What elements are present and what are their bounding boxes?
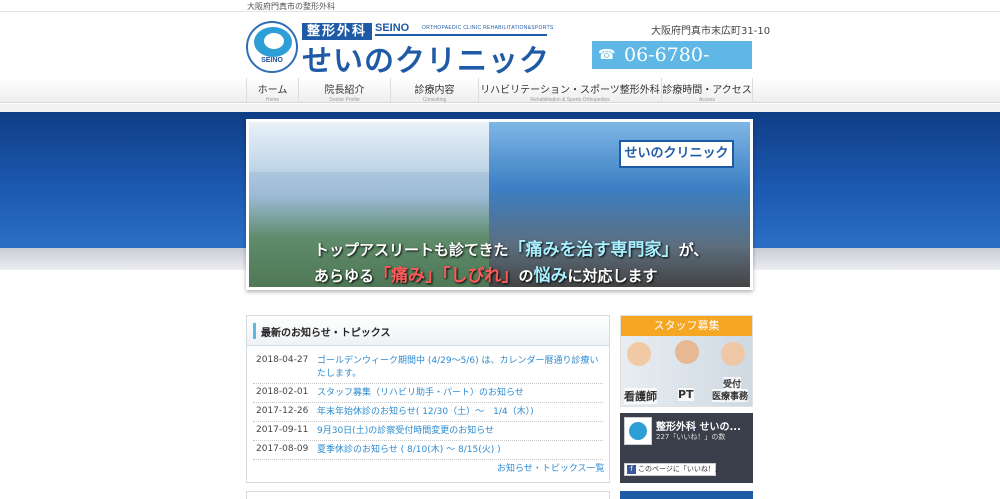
phone-banner[interactable]: ☎ 06-6780-3970 [592, 41, 752, 88]
rehab-room-ceiling [249, 122, 499, 172]
band-top [0, 104, 1000, 112]
clinic-logo-icon [629, 422, 647, 440]
news-item: 2018-04-27 ゴールデンウィーク期間中 (4/29〜5/6) は、カレン… [253, 352, 603, 384]
nav-item-rehabilitation[interactable]: リハビリテーション・スポーツ整形外科 Rehabilitation & Spor… [478, 78, 661, 103]
news-item: 2017-09-11 9月30日(土)の診察受付時間変更のお知らせ [253, 422, 603, 441]
next-panel [246, 491, 610, 499]
reception-face [721, 342, 745, 366]
telephone-icon: ☎ [598, 47, 616, 63]
nav-sublabel: Home [265, 97, 280, 103]
news-link[interactable]: ゴールデンウィーク期間中 (4/29〜5/6) は、カレンダー暦通り診療いたしま… [317, 355, 607, 381]
hero-copy-highlight: 「痛み」 [374, 266, 443, 286]
hero-copy-highlight: 悩み [533, 266, 568, 286]
nav-item-doctor[interactable]: 院長紹介 Doctor Profile [298, 78, 390, 103]
news-list-link[interactable]: お知らせ・トピックス一覧 [497, 461, 605, 474]
hero-copy-text: が、 [678, 241, 709, 259]
hero-copy-line1: トップアスリートも診てきた「痛みを治す専門家」が、 [314, 235, 708, 260]
hero-copy-highlight: 「しびれ」 [442, 266, 519, 286]
news-item: 2018-02-01 スタッフ募集（リハビリ助手・パート）のお知らせ [253, 384, 603, 403]
facebook-like-count: 227「いいね！」の数 [656, 433, 726, 441]
news-heading: 最新のお知らせ・トピックス [261, 328, 391, 339]
logo-mark-text: SEINO [261, 57, 283, 64]
hero-copy-highlight: 「痛みを治す専門家」 [508, 240, 679, 260]
hero-copy-text: トップアスリートも診てきた [314, 241, 509, 259]
nav-sublabel: Consulting [422, 97, 447, 103]
nav-sublabel: Doctor Profile [329, 97, 360, 103]
news-item: 2017-08-09 夏季休診のお知らせ ( 8/10(木) 〜 8/15(火)… [253, 441, 603, 460]
next-side-banner[interactable] [620, 491, 753, 499]
nav-sublabel: Access [698, 97, 716, 103]
nav-item-access[interactable]: 診療時間・アクセス Access [661, 78, 753, 103]
nav-label: リハビリテーション・スポーツ整形外科 [480, 85, 660, 96]
staff-label-clerk: 医療事務 [712, 389, 749, 402]
nav-label: 診療時間・アクセス [662, 85, 752, 96]
facebook-page-thumbnail[interactable] [624, 417, 652, 445]
pt-face [675, 340, 699, 364]
clinic-address: 大阪府門真市末広町31-10 [651, 26, 771, 37]
facebook-widget: 整形外科 せいの... 227「いいね！」の数 f このページに「いいね！」 [620, 413, 753, 483]
site-tagline: 大阪府門真市の整形外科 [247, 2, 335, 11]
nav-label: 院長紹介 [324, 85, 365, 96]
news-link[interactable]: 9月30日(土)の診察受付時間変更のお知らせ [317, 425, 607, 438]
facebook-icon: f [627, 464, 636, 474]
news-panel: 最新のお知らせ・トピックス 2018-04-27 ゴールデンウィーク期間中 (4… [246, 315, 610, 483]
staff-recruitment-banner[interactable]: スタッフ募集 看護師 PT 受付 医療事務 [620, 315, 753, 407]
nav-item-home[interactable]: ホーム Home [246, 78, 298, 103]
hero-banner: せいのクリニック トップアスリートも診てきた「痛みを治す専門家」が、 あらゆる「… [246, 119, 753, 290]
nav-label: 診療内容 [414, 85, 455, 96]
storefront-sign: せいのクリニック [619, 140, 734, 168]
hero-copy-text: あらゆる [314, 267, 375, 285]
main-nav: ホーム Home 院長紹介 Doctor Profile 診療内容 Consul… [0, 78, 1000, 103]
hero-copy-line2: あらゆる「痛み」「しびれ」の悩みに対応します [314, 261, 658, 286]
staff-label-pt: PT [678, 388, 694, 401]
news-link[interactable]: 夏季休診のお知らせ ( 8/10(木) 〜 8/15(火) ) [317, 444, 607, 457]
news-link[interactable]: スタッフ募集（リハビリ助手・パート）のお知らせ [317, 387, 607, 400]
staff-label-nurse: 看護師 [624, 388, 657, 404]
top-bar: 大阪府門真市の整形外科 [0, 0, 1000, 12]
news-header: 最新のお知らせ・トピックス [247, 316, 609, 346]
news-date: 2017-09-11 [256, 425, 309, 435]
clinic-logo-icon[interactable]: SEINO [246, 21, 298, 73]
nav-label: ホーム [257, 85, 288, 96]
news-heading-accent [253, 323, 256, 339]
facebook-like-label: このページに「いいね！」 [638, 465, 722, 473]
logo-subtitle-en: ORTHOPAEDIC CLINIC REHABILITATION&SPORTS [422, 25, 554, 31]
hero-copy-text: に対応します [567, 267, 658, 285]
facebook-page-name[interactable]: 整形外科 せいの... [656, 418, 741, 433]
hero-copy-text: の [518, 267, 534, 285]
logo-name-en: SEINO [375, 22, 410, 34]
news-date: 2018-04-27 [256, 355, 309, 365]
news-link[interactable]: 年末年始休診のお知らせ( 12/30（土）〜 1/4（木）) [317, 406, 607, 419]
news-date: 2018-02-01 [256, 387, 309, 397]
nav-item-consulting[interactable]: 診療内容 Consulting [390, 78, 478, 103]
news-date: 2017-12-26 [256, 406, 309, 416]
clinic-name[interactable]: せいのクリニック [302, 36, 550, 80]
nav-sublabel: Rehabilitation & Sports Orthopedics [530, 97, 610, 103]
staff-heading: スタッフ募集 [621, 316, 752, 336]
nurse-face [627, 342, 651, 366]
news-item: 2017-12-26 年末年始休診のお知らせ( 12/30（土）〜 1/4（木）… [253, 403, 603, 422]
facebook-like-button[interactable]: f このページに「いいね！」 [624, 463, 722, 476]
news-date: 2017-08-09 [256, 444, 309, 454]
